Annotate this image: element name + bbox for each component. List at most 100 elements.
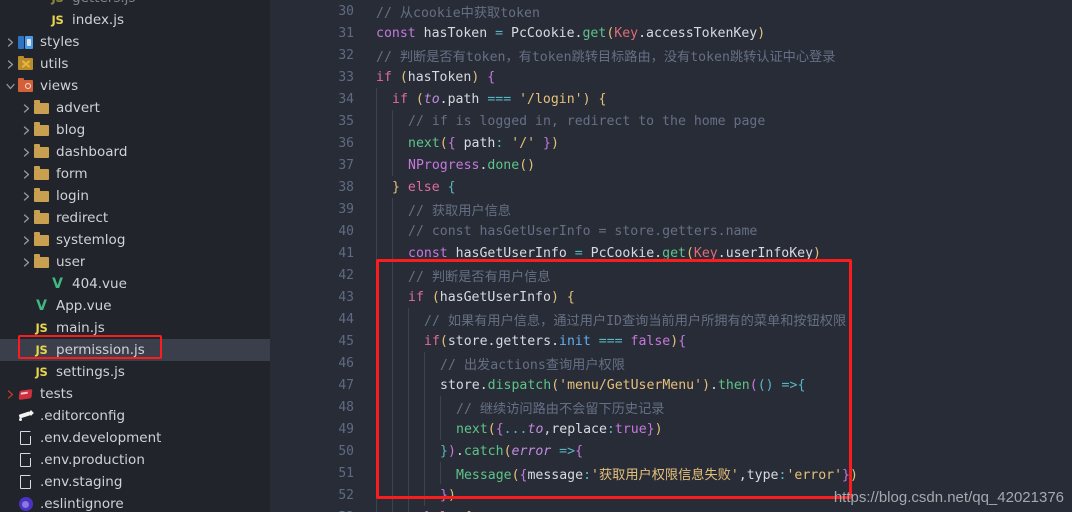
code-token: { xyxy=(447,135,456,151)
code-line[interactable]: 47 store.dispatch('menu/GetUserMenu').the… xyxy=(270,374,1072,396)
code-line[interactable]: 40 // const hasGetUserInfo = store.getter… xyxy=(270,220,1072,242)
indent-guide xyxy=(392,484,393,506)
tree-item-login[interactable]: login xyxy=(0,185,270,207)
tree-item-env-production[interactable]: .env.production xyxy=(0,449,270,471)
tree-item-user[interactable]: user xyxy=(0,251,270,273)
tree-item-utils[interactable]: utils xyxy=(0,53,270,75)
code-line[interactable]: 33 if (hasToken) { xyxy=(270,66,1072,88)
tree-item-redirect[interactable]: redirect xyxy=(0,207,270,229)
document-icon xyxy=(17,452,34,468)
code-line[interactable]: 30 // 从cookie中获取token xyxy=(270,0,1072,22)
code-line[interactable]: 32 // 判断是否有token，有token跳转目标路由，没有token跳转认证… xyxy=(270,44,1072,66)
indent-guide xyxy=(392,198,393,220)
code-line[interactable]: 37 NProgress.done() xyxy=(270,154,1072,176)
code-line[interactable]: 36 next({ path: '/' }) xyxy=(270,132,1072,154)
tree-item-env-development[interactable]: .env.development xyxy=(0,427,270,449)
code-text: next({ path: '/' }) xyxy=(370,136,559,151)
indent-guide xyxy=(376,154,377,176)
chevron-right-icon[interactable] xyxy=(4,388,17,401)
code-token: next xyxy=(456,421,488,437)
chevron-right-icon[interactable] xyxy=(20,102,33,115)
line-number: 39 xyxy=(338,201,354,217)
tree-item-systemlog[interactable]: systemlog xyxy=(0,229,270,251)
code-line[interactable]: 31 const hasToken = PcCookie.get(Key.acce… xyxy=(270,22,1072,44)
tree-item-tests[interactable]: tests xyxy=(0,383,270,405)
code-token: else xyxy=(407,179,440,195)
code-content[interactable]: 30 // 从cookie中获取token 31 const hasToken = P… xyxy=(270,0,1072,512)
tree-item-getters-js[interactable]: JS getters.js xyxy=(0,0,270,9)
file-explorer-sidebar[interactable]: JS getters.js JS index.js styles utils views ad… xyxy=(0,0,270,512)
tree-item-index-js[interactable]: JS index.js xyxy=(0,9,270,31)
code-token: accessTokenKey xyxy=(646,25,758,41)
code-token: const xyxy=(376,25,416,41)
chevron-right-icon[interactable] xyxy=(20,146,33,159)
code-token: // 获取用户信息 xyxy=(408,203,511,219)
code-token: ) xyxy=(757,25,766,41)
code-line[interactable]: 53}else{ xyxy=(270,506,1072,512)
code-line[interactable]: 43 if (hasGetUserInfo) { xyxy=(270,286,1072,308)
vue-file-icon: V xyxy=(52,276,63,292)
indent-guide xyxy=(392,374,393,396)
code-line[interactable]: 45 if(store.getters.init === false){ xyxy=(270,330,1072,352)
file-tree[interactable]: JS getters.js JS index.js styles utils views ad… xyxy=(0,0,270,512)
chevron-right-icon[interactable] xyxy=(20,256,33,269)
chevron-down-icon[interactable] xyxy=(4,80,17,93)
line-number: 41 xyxy=(338,245,354,261)
line-number: 48 xyxy=(338,399,354,415)
code-token: ) xyxy=(654,421,663,437)
chevron-right-icon[interactable] xyxy=(20,168,33,181)
tree-item-editorconfig[interactable]: .editorconfig xyxy=(0,405,270,427)
code-line[interactable]: 42 // 判断是否有用户信息 xyxy=(270,264,1072,286)
tree-item-main-js[interactable]: JS main.js xyxy=(0,317,270,339)
code-line[interactable]: 46 // 出发actions查询用户权限 xyxy=(270,352,1072,374)
tree-item-views[interactable]: views xyxy=(0,75,270,97)
tree-item-blog[interactable]: blog xyxy=(0,119,270,141)
line-number: 32 xyxy=(338,47,354,63)
chevron-right-icon[interactable] xyxy=(20,212,33,225)
indent-guide xyxy=(376,132,377,154)
code-token: ( xyxy=(439,333,448,349)
code-text: }) xyxy=(370,488,456,503)
chevron-right-icon[interactable] xyxy=(4,58,17,71)
code-line[interactable]: 34 if (to.path === '/login') { xyxy=(270,88,1072,110)
tree-item-permission-js[interactable]: JS permission.js xyxy=(0,339,270,361)
code-line[interactable]: 48 // 继续访问路由不会留下历史记录 xyxy=(270,396,1072,418)
code-token: Key xyxy=(614,25,639,41)
tree-item-advert[interactable]: advert xyxy=(0,97,270,119)
code-editor[interactable]: 30 // 从cookie中获取token 31 const hasToken = P… xyxy=(270,0,1072,512)
chevron-right-icon[interactable] xyxy=(20,234,33,247)
tree-item-404-vue[interactable]: V 404.vue xyxy=(0,273,270,295)
line-number: 31 xyxy=(338,25,354,41)
tree-item-settings-js[interactable]: JS settings.js xyxy=(0,361,270,383)
code-token: } xyxy=(535,135,551,151)
code-line[interactable]: 51 Message({message:'获取用户权限信息失败',type:'er… xyxy=(270,462,1072,484)
code-line[interactable]: 50}).catch(error =>{ xyxy=(270,440,1072,462)
tree-item-app-vue[interactable]: V App.vue xyxy=(0,295,270,317)
code-token: next xyxy=(408,135,440,151)
indent-guide xyxy=(376,484,377,506)
code-line[interactable]: 44 // 如果有用户信息，通过用户ID查询当前用户所拥有的菜单和按钮权限 xyxy=(270,308,1072,330)
tree-item-label: tests xyxy=(40,386,73,402)
indent-guide xyxy=(376,264,377,286)
tree-item-env-staging[interactable]: .env.staging xyxy=(0,471,270,493)
code-token: ( xyxy=(519,157,528,173)
tree-item-styles[interactable]: styles xyxy=(0,31,270,53)
line-number: 40 xyxy=(338,223,354,239)
code-line[interactable]: 49 next({...to,replace:true}) xyxy=(270,418,1072,440)
tree-item-form[interactable]: form xyxy=(0,163,270,185)
chevron-right-icon[interactable] xyxy=(20,190,33,203)
code-line[interactable]: 38} else { xyxy=(270,176,1072,198)
code-line[interactable]: 39 // 获取用户信息 xyxy=(270,198,1072,220)
tree-item-dashboard[interactable]: dashboard xyxy=(0,141,270,163)
tree-item-eslintignore[interactable]: .eslintignore xyxy=(0,493,270,512)
code-line[interactable]: 41 const hasGetUserInfo = PcCookie.get(Ke… xyxy=(270,242,1072,264)
tree-item-label: settings.js xyxy=(56,364,125,380)
tree-item-label: systemlog xyxy=(56,232,126,248)
code-line[interactable]: 35 // if is logged in, redirect to the ho… xyxy=(270,110,1072,132)
chevron-right-icon[interactable] xyxy=(20,124,33,137)
indent-guide xyxy=(392,132,393,154)
line-number: 47 xyxy=(338,377,354,393)
line-number: 38 xyxy=(338,179,354,195)
chevron-right-icon[interactable] xyxy=(4,36,17,49)
